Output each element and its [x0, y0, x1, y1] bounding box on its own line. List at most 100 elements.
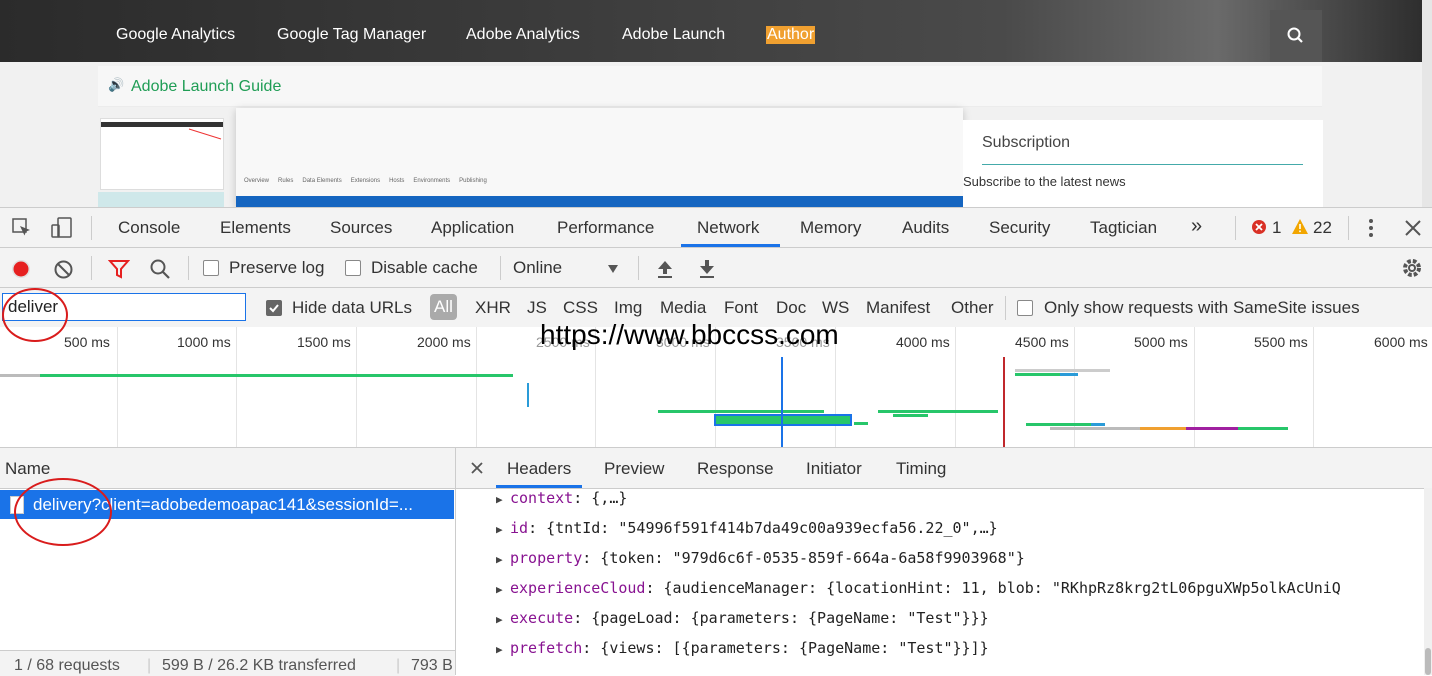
filter-type-js[interactable]: JS [527, 298, 547, 318]
tab-preview[interactable]: Preview [604, 459, 664, 479]
timeline-tick: 500 ms [64, 334, 110, 350]
clear-icon[interactable] [53, 259, 74, 280]
devtools-panel: Console Elements Sources Application Per… [0, 207, 1432, 676]
name-header-label: Name [5, 459, 51, 478]
tab-performance[interactable]: Performance [557, 218, 654, 238]
waterfall-bar [878, 410, 998, 413]
warning-icon[interactable] [1291, 218, 1309, 235]
timeline-tick: 5000 ms [1134, 334, 1188, 350]
filter-type-font[interactable]: Font [724, 298, 758, 318]
disable-cache-label[interactable]: Disable cache [371, 258, 478, 278]
gear-icon[interactable] [1401, 257, 1423, 279]
detail-scrollbar[interactable] [1424, 488, 1432, 675]
close-icon[interactable] [470, 461, 484, 475]
nav-google-analytics[interactable]: Google Analytics [116, 26, 235, 44]
scrollbar-thumb[interactable] [1425, 648, 1431, 675]
waterfall-bar [1050, 427, 1140, 430]
preserve-log-checkbox[interactable] [203, 260, 219, 276]
network-overview-timeline[interactable]: 500 ms 1000 ms 1500 ms 2000 ms 2500 ms 3… [0, 319, 1432, 448]
tab-tagtician[interactable]: Tagtician [1090, 218, 1157, 238]
filter-type-img[interactable]: Img [614, 298, 642, 318]
tab-response[interactable]: Response [697, 459, 774, 479]
search-icon[interactable] [149, 258, 171, 280]
tab-headers[interactable]: Headers [507, 459, 571, 479]
subscription-title: Subscription [982, 134, 1071, 151]
tab-application[interactable]: Application [431, 218, 514, 238]
dom-content-loaded-line [781, 357, 783, 447]
tab-initiator[interactable]: Initiator [806, 459, 862, 479]
import-har-icon[interactable] [656, 259, 674, 279]
device-toolbar-icon[interactable] [50, 216, 74, 240]
expand-triangle-icon[interactable]: ▶ [496, 613, 510, 626]
samesite-label[interactable]: Only show requests with SameSite issues [1044, 298, 1360, 318]
site-search-button[interactable] [1270, 10, 1322, 62]
samesite-checkbox[interactable] [1017, 300, 1033, 316]
waterfall-bar [854, 422, 868, 425]
nav-adobe-analytics[interactable]: Adobe Analytics [466, 26, 580, 44]
active-detail-tab-indicator [496, 485, 582, 488]
json-row-prefetch[interactable]: ▶ prefetch: {views: [{parameters: {PageNa… [496, 639, 989, 657]
tab-memory[interactable]: Memory [800, 218, 861, 238]
filter-type-ws[interactable]: WS [822, 298, 849, 318]
close-devtools-icon[interactable] [1404, 219, 1422, 237]
tab-network[interactable]: Network [697, 218, 759, 238]
nav-adobe-launch[interactable]: Adobe Launch [622, 26, 725, 44]
hide-data-urls-checkbox[interactable] [266, 300, 282, 316]
expand-triangle-icon[interactable]: ▶ [496, 643, 510, 656]
json-row-id[interactable]: ▶ id: {tntId: "54996f591f414b7da49c00a939… [496, 519, 998, 537]
page-scrollbar[interactable] [1422, 0, 1432, 207]
chevron-down-icon[interactable] [607, 264, 619, 274]
filter-type-other[interactable]: Other [951, 298, 994, 318]
tab-sources[interactable]: Sources [330, 218, 392, 238]
waterfall-bar [1060, 373, 1078, 376]
json-row-property[interactable]: ▶ property: {token: "979d6c6f-0535-859f-6… [496, 549, 1025, 567]
network-status-bar: 1 / 68 requests | 599 B / 26.2 KB transf… [0, 650, 455, 676]
tab-console[interactable]: Console [118, 218, 180, 238]
json-row-experiencecloud[interactable]: ▶ experienceCloud: {audienceManager: {loc… [496, 579, 1422, 597]
site-top-nav: Google Analytics Google Tag Manager Adob… [0, 0, 1432, 62]
tab-security[interactable]: Security [989, 218, 1050, 238]
inspect-element-icon[interactable] [11, 217, 33, 239]
guide-link[interactable]: Adobe Launch Guide [131, 78, 281, 96]
waterfall-bar [658, 410, 824, 413]
filter-type-media[interactable]: Media [660, 298, 706, 318]
export-har-icon[interactable] [698, 259, 716, 279]
filter-type-all[interactable]: All [430, 294, 457, 320]
error-icon[interactable] [1251, 219, 1267, 235]
expand-triangle-icon[interactable]: ▶ [496, 583, 510, 596]
thumbnail[interactable] [100, 118, 224, 190]
warning-count[interactable]: 22 [1313, 218, 1332, 238]
disable-cache-checkbox[interactable] [345, 260, 361, 276]
filter-type-css[interactable]: CSS [563, 298, 598, 318]
json-row-execute[interactable]: ▶ execute: {pageLoad: {parameters: {PageN… [496, 609, 989, 627]
filter-type-doc[interactable]: Doc [776, 298, 806, 318]
annotation-circle [2, 288, 68, 342]
json-row-context[interactable]: ▶ context: {,…} [496, 489, 627, 507]
annotation-circle [14, 478, 112, 546]
more-options-icon[interactable] [1363, 217, 1379, 239]
more-tabs-button[interactable]: » [1191, 215, 1202, 238]
nav-author[interactable]: Author [766, 26, 816, 44]
hide-data-urls-label[interactable]: Hide data URLs [292, 298, 412, 318]
tab-timing[interactable]: Timing [896, 459, 946, 479]
expand-triangle-icon[interactable]: ▶ [496, 493, 510, 506]
record-icon[interactable] [10, 258, 32, 280]
waterfall-bar [893, 414, 928, 417]
preserve-log-label[interactable]: Preserve log [229, 258, 324, 278]
tab-audits[interactable]: Audits [902, 218, 949, 238]
expand-triangle-icon[interactable]: ▶ [496, 553, 510, 566]
expand-triangle-icon[interactable]: ▶ [496, 523, 510, 536]
article-screenshot: Overview Rules Data Elements Extensions Host… [236, 108, 963, 207]
timeline-tick: 4500 ms [1015, 334, 1069, 350]
filter-icon[interactable] [108, 259, 130, 279]
screenshot-tabs: Overview Rules Data Elements Extensions Host… [244, 178, 487, 184]
tab-elements[interactable]: Elements [220, 218, 291, 238]
nav-google-tag-manager[interactable]: Google Tag Manager [277, 26, 426, 44]
filter-type-xhr[interactable]: XHR [475, 298, 511, 318]
timeline-tick: 4000 ms [896, 334, 950, 350]
error-count[interactable]: 1 [1272, 218, 1281, 238]
throttling-select[interactable]: Online [513, 258, 562, 278]
thumbnail[interactable] [98, 192, 224, 207]
timeline-tick: 1500 ms [297, 334, 351, 350]
filter-type-manifest[interactable]: Manifest [866, 298, 930, 318]
